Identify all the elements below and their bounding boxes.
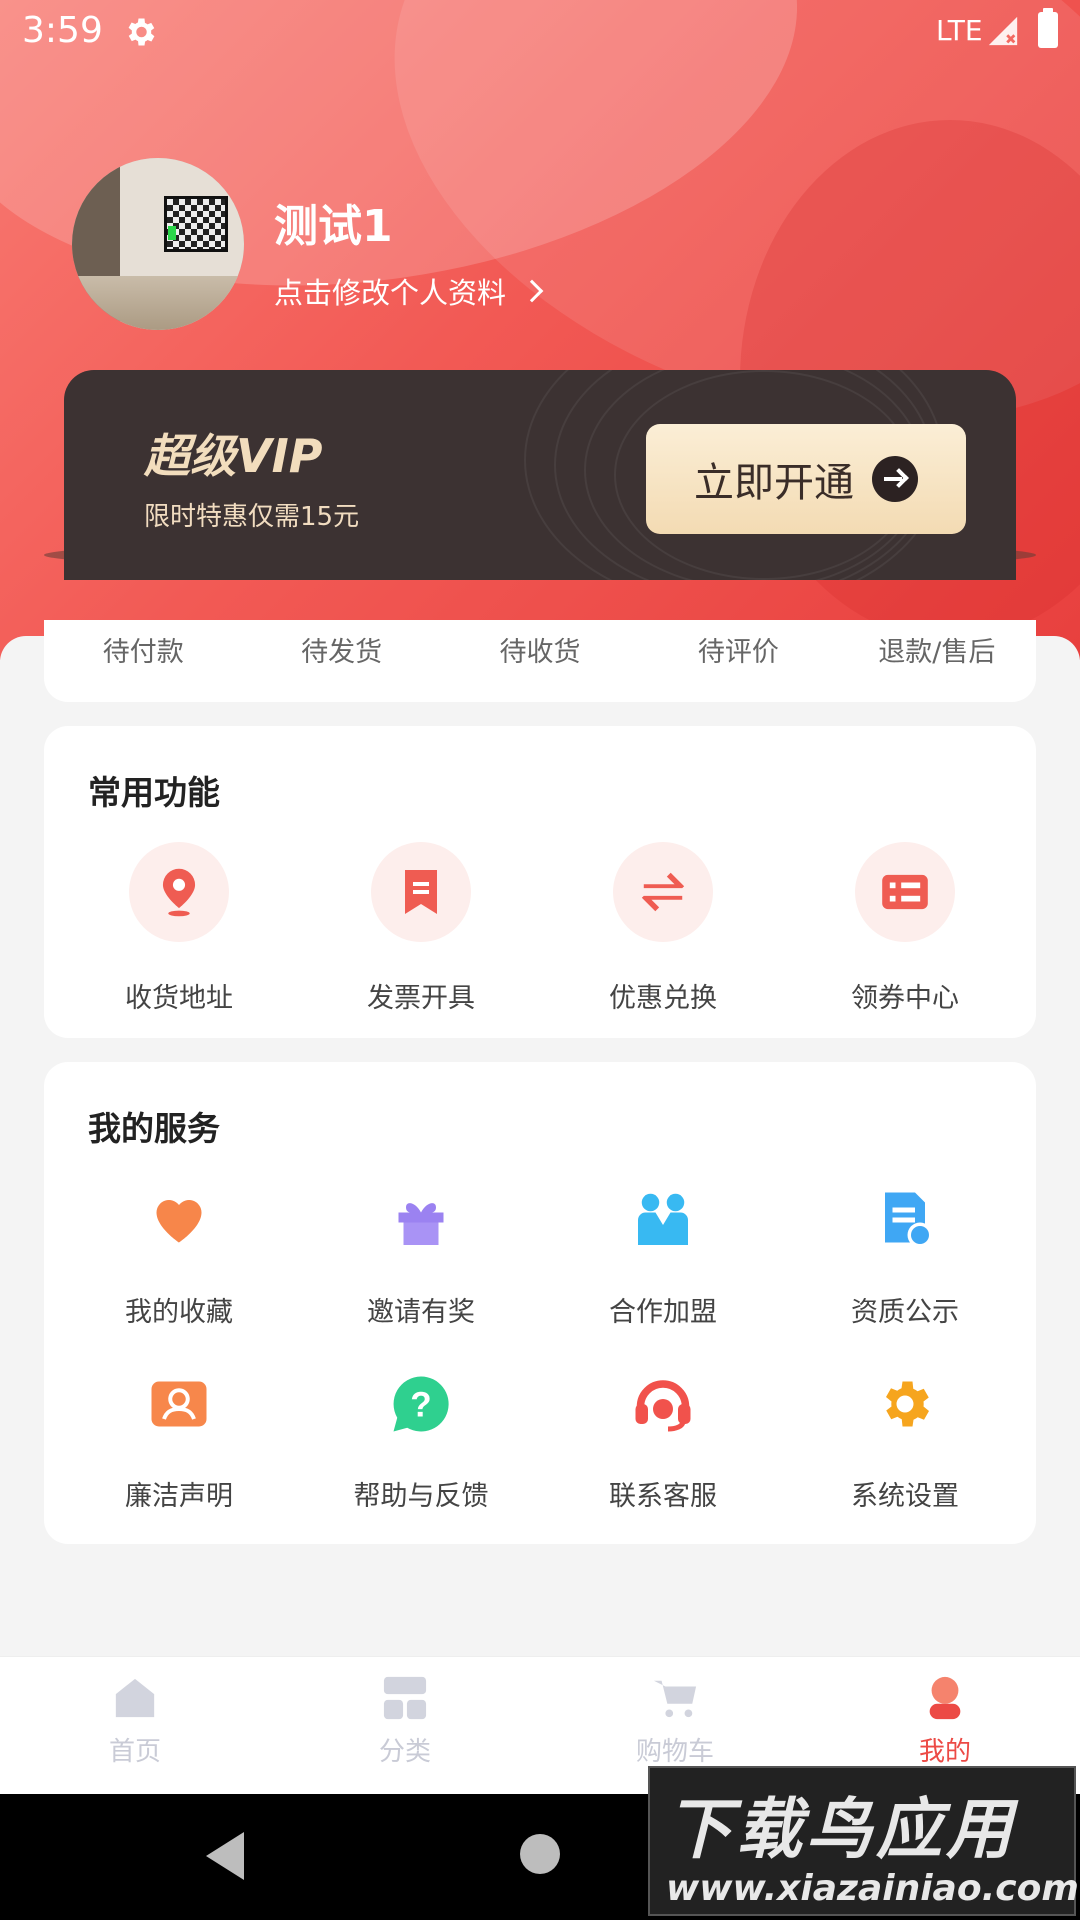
battery-icon [1038, 8, 1058, 48]
nav-label: 首页 [108, 1737, 161, 1767]
vip-title: 超级VIP [144, 429, 323, 483]
service-invite-reward[interactable]: 邀请有奖 [300, 1190, 542, 1329]
nav-label: 分类 [378, 1737, 431, 1767]
nav-label: 购物车 [635, 1737, 714, 1767]
service-label: 我的收藏 [125, 1297, 233, 1328]
service-partnership[interactable]: 合作加盟 [542, 1190, 784, 1329]
service-label: 帮助与反馈 [353, 1481, 489, 1512]
watermark-title: 下载鸟应用 [666, 1791, 1016, 1868]
certificate-icon [885, 1192, 933, 1248]
my-services-card: 我的服务 我的收藏 邀请有奖 合作加盟 资质公示 廉洁声明 ? 帮助与反馈 联系… [44, 1062, 1036, 1544]
home-icon [115, 1678, 155, 1718]
user-icon [929, 1676, 961, 1720]
help-icon: ? [393, 1376, 449, 1432]
order-tab-pending-receipt[interactable]: 待收货 [441, 630, 639, 669]
nav-home[interactable]: 首页 [0, 1657, 270, 1794]
service-label: 资质公示 [851, 1297, 959, 1328]
status-bar: 3:59 LTE [0, 0, 1080, 64]
order-tab-pending-shipment[interactable]: 待发货 [242, 630, 440, 669]
back-icon[interactable] [206, 1832, 244, 1880]
username: 测试1 [274, 201, 393, 252]
function-coupon-center[interactable]: 领券中心 [784, 842, 1026, 1015]
function-label: 领券中心 [851, 983, 959, 1014]
function-label: 优惠兑换 [609, 983, 717, 1014]
chevron-right-icon [520, 279, 544, 303]
order-tab-refund[interactable]: 退款/售后 [838, 630, 1036, 669]
service-customer-support[interactable]: 联系客服 [542, 1374, 784, 1513]
service-qualification[interactable]: 资质公示 [784, 1190, 1026, 1329]
function-invoice[interactable]: 发票开具 [300, 842, 542, 1015]
settings-gear-icon [128, 18, 155, 46]
profile-card-icon [151, 1381, 207, 1427]
function-shipping-address[interactable]: 收货地址 [58, 842, 300, 1015]
location-pin-icon [129, 842, 229, 942]
service-label: 联系客服 [609, 1481, 717, 1512]
order-tab-pending-review[interactable]: 待评价 [639, 630, 837, 669]
nav-category[interactable]: 分类 [270, 1657, 540, 1794]
heart-icon [156, 1200, 202, 1243]
service-favorites[interactable]: 我的收藏 [58, 1190, 300, 1329]
headset-icon [635, 1380, 691, 1432]
common-functions-card: 常用功能 收货地址 发票开具 优惠兑换 领券中心 [44, 726, 1036, 1038]
service-system-settings[interactable]: 系统设置 [784, 1374, 1026, 1513]
cart-icon [653, 1680, 697, 1718]
coupon-icon [855, 842, 955, 942]
function-label: 发票开具 [367, 983, 475, 1014]
invoice-icon [371, 842, 471, 942]
svg-text:?: ? [410, 1386, 431, 1425]
service-integrity-statement[interactable]: 廉洁声明 [58, 1374, 300, 1513]
exchange-icon [613, 842, 713, 942]
watermark: 下载鸟应用 www.xiazainiao.com [648, 1766, 1079, 1916]
watermark-url: www.xiazainiao.com [666, 1868, 1079, 1909]
common-functions-title: 常用功能 [88, 773, 220, 812]
gift-icon [398, 1203, 444, 1245]
partners-icon [638, 1193, 688, 1245]
order-status-tabs: 待付款 待发货 待收货 待评价 退款/售后 [44, 630, 1036, 669]
function-label: 收货地址 [125, 983, 233, 1014]
nav-label: 我的 [918, 1737, 971, 1767]
category-icon [383, 1676, 427, 1720]
signal-icon [988, 16, 1018, 46]
my-services-title: 我的服务 [88, 1109, 220, 1148]
settings-icon [886, 1381, 929, 1427]
status-time: 3:59 [22, 10, 103, 51]
vip-card: 超级VIP 限时特惠仅需15元 立即开通 [64, 370, 1016, 580]
home-button-icon[interactable] [520, 1834, 560, 1874]
avatar[interactable] [72, 158, 244, 330]
service-label: 廉洁声明 [125, 1481, 233, 1512]
activate-vip-label: 立即开通 [694, 460, 854, 506]
service-label: 合作加盟 [609, 1297, 717, 1328]
service-label: 邀请有奖 [367, 1297, 475, 1328]
network-type: LTE [936, 14, 983, 47]
arrow-right-icon [872, 456, 918, 502]
edit-profile-link[interactable]: 点击修改个人资料 [274, 270, 544, 312]
service-help-feedback[interactable]: ? 帮助与反馈 [300, 1374, 542, 1513]
activate-vip-button[interactable]: 立即开通 [646, 424, 966, 534]
order-tab-pending-payment[interactable]: 待付款 [44, 630, 242, 669]
function-coupon-exchange[interactable]: 优惠兑换 [542, 842, 784, 1015]
vip-subtitle: 限时特惠仅需15元 [144, 502, 360, 532]
edit-profile-label: 点击修改个人资料 [274, 276, 507, 310]
service-label: 系统设置 [851, 1481, 959, 1512]
